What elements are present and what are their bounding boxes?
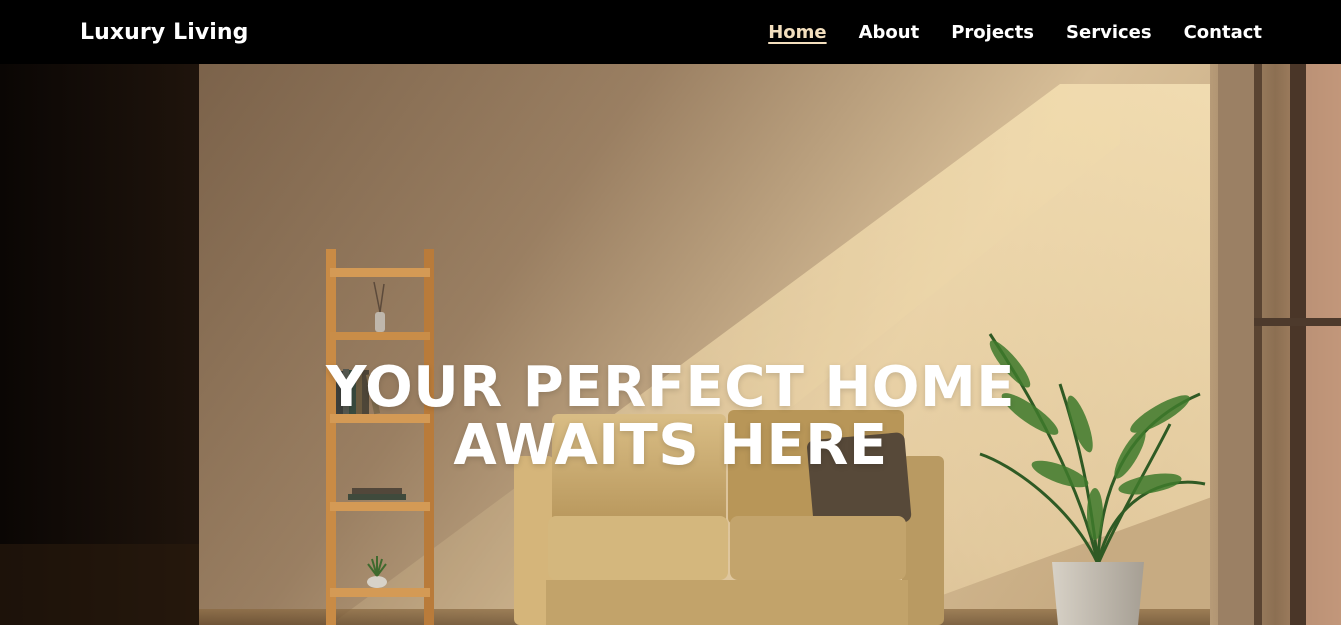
nav-link-about[interactable]: About bbox=[859, 19, 920, 47]
hero-headline: YOUR PERFECT HOME AWAITS HERE bbox=[0, 354, 1341, 478]
nav-link-projects[interactable]: Projects bbox=[951, 19, 1034, 47]
hero-headline-line1: YOUR PERFECT HOME bbox=[326, 354, 1015, 420]
nav-link-services[interactable]: Services bbox=[1066, 19, 1152, 47]
top-navbar: Luxury Living Home About Projects Servic… bbox=[0, 0, 1341, 64]
nav-menu: Home About Projects Services Contact bbox=[768, 19, 1262, 47]
hero-headline-line2: AWAITS HERE bbox=[453, 412, 888, 478]
brand-logo-text[interactable]: Luxury Living bbox=[80, 19, 249, 47]
hero-section: YOUR PERFECT HOME AWAITS HERE bbox=[0, 64, 1341, 625]
nav-link-home[interactable]: Home bbox=[768, 19, 826, 47]
nav-link-contact[interactable]: Contact bbox=[1184, 19, 1262, 47]
hero-background-image bbox=[0, 64, 1341, 625]
